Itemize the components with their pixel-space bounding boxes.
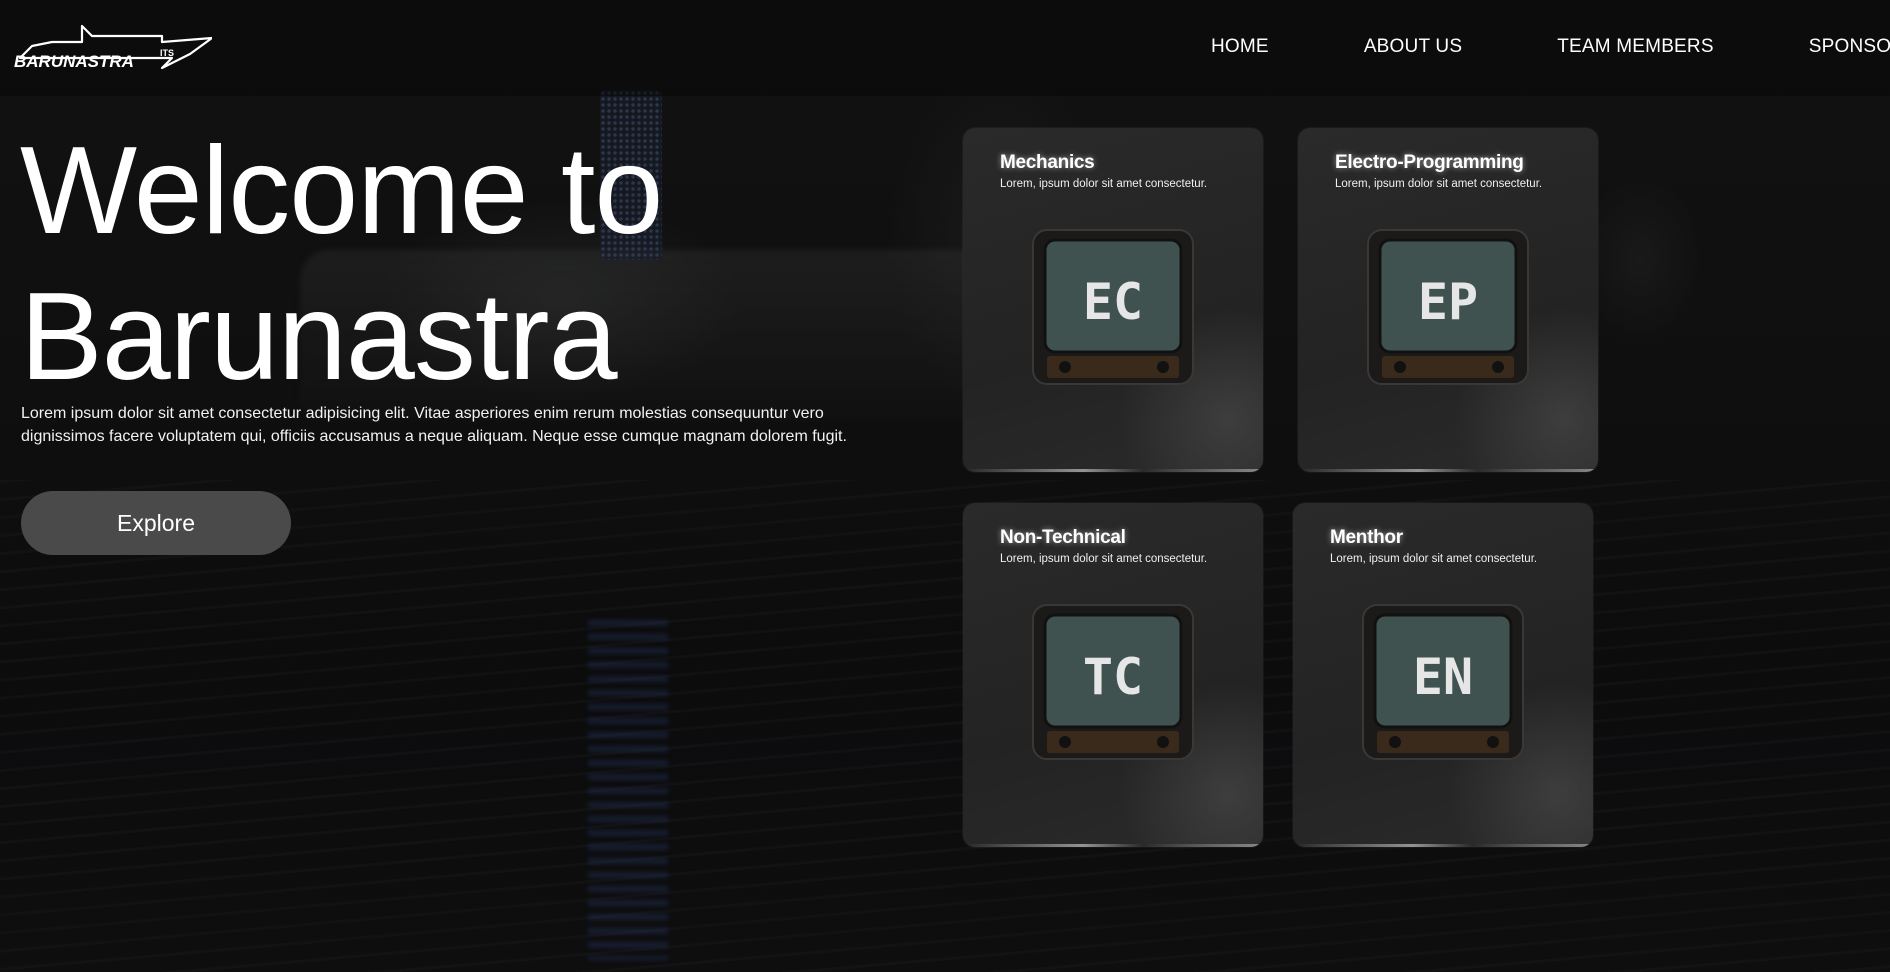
background-reflection bbox=[588, 620, 668, 960]
card-non-technical[interactable]: Non-Technical Lorem, ipsum dolor sit ame… bbox=[963, 503, 1263, 847]
card-mechanics[interactable]: Mechanics Lorem, ipsum dolor sit amet co… bbox=[963, 128, 1263, 472]
logo-wordmark: BARUNASTRA bbox=[14, 52, 134, 71]
card-underline bbox=[963, 469, 1263, 472]
card-underline bbox=[1293, 844, 1593, 847]
card-menthor[interactable]: Menthor Lorem, ipsum dolor sit amet cons… bbox=[1293, 503, 1593, 847]
card-underline bbox=[1298, 469, 1598, 472]
nav-about-us[interactable]: ABOUT US bbox=[1364, 36, 1462, 58]
explore-button[interactable]: Explore bbox=[21, 491, 291, 555]
card-subtitle: Lorem, ipsum dolor sit amet consectetur. bbox=[1330, 553, 1538, 565]
card-subtitle: Lorem, ipsum dolor sit amet consectetur. bbox=[1000, 553, 1208, 565]
nav-home[interactable]: HOME bbox=[1211, 36, 1269, 58]
card-title: Non-Technical bbox=[1000, 527, 1126, 548]
nav-sponsors[interactable]: SPONSORS bbox=[1809, 36, 1890, 58]
nav-team-members[interactable]: TEAM MEMBERS bbox=[1557, 36, 1714, 58]
hero-description: Lorem ipsum dolor sit amet consectetur a… bbox=[21, 405, 847, 445]
card-title: Mechanics bbox=[1000, 152, 1095, 173]
tv-screen-text: EP bbox=[1418, 273, 1478, 331]
tv-icon: TC bbox=[1032, 604, 1194, 760]
background-water bbox=[0, 480, 1890, 972]
hero-title-line-2: Barunastra bbox=[20, 268, 618, 406]
site-header: BARUNASTRA ITS HOME ABOUT US TEAM MEMBER… bbox=[0, 0, 1890, 96]
card-electro-programming[interactable]: Electro-Programming Lorem, ipsum dolor s… bbox=[1298, 128, 1598, 472]
card-underline bbox=[963, 844, 1263, 847]
main-nav: HOME ABOUT US TEAM MEMBERS SPONSORS bbox=[1211, 36, 1890, 58]
tv-icon: EN bbox=[1362, 604, 1524, 760]
hero-title: Welcome to Barunastra bbox=[20, 118, 663, 410]
barunastra-logo[interactable]: BARUNASTRA ITS bbox=[12, 24, 212, 72]
card-title: Menthor bbox=[1330, 527, 1403, 548]
card-subtitle: Lorem, ipsum dolor sit amet consectetur. bbox=[1000, 178, 1208, 190]
card-title: Electro-Programming bbox=[1335, 152, 1524, 173]
logo-suffix: ITS bbox=[160, 48, 174, 58]
tv-screen-text: EC bbox=[1083, 273, 1143, 331]
tv-icon: EP bbox=[1367, 229, 1529, 385]
tv-screen-text: EN bbox=[1413, 648, 1473, 706]
tv-screen-text: TC bbox=[1083, 648, 1143, 706]
tv-icon: EC bbox=[1032, 229, 1194, 385]
card-subtitle: Lorem, ipsum dolor sit amet consectetur. bbox=[1335, 178, 1543, 190]
hero-title-line-1: Welcome to bbox=[20, 122, 663, 260]
